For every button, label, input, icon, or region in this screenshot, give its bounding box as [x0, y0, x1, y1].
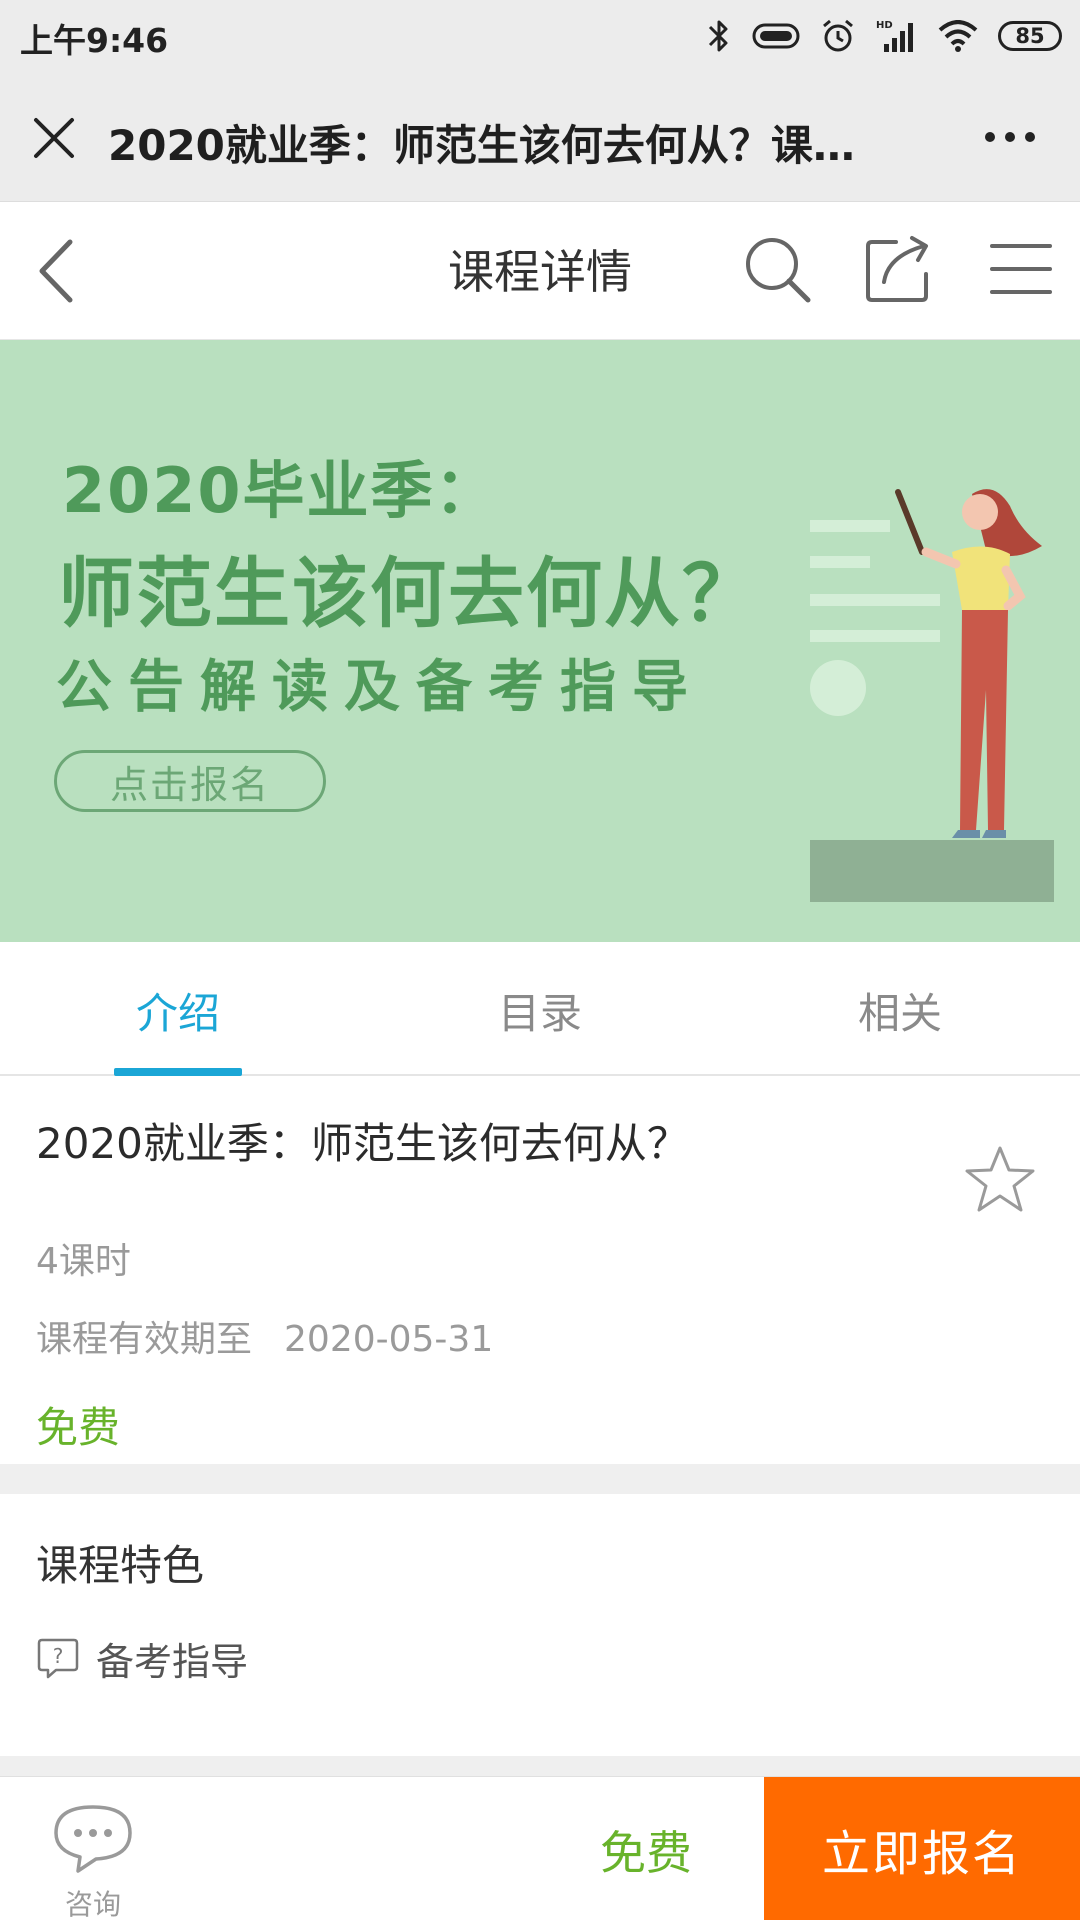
feature-item: ? 备考指导 — [36, 1634, 248, 1684]
enroll-button[interactable]: 立即报名 — [764, 1777, 1080, 1920]
nav-bar: 课程详情 — [0, 202, 1080, 340]
search-icon[interactable] — [740, 232, 814, 306]
banner-line2: 师范生该何去何从？ — [58, 549, 760, 638]
svg-text:HD: HD — [876, 20, 893, 31]
tab-related[interactable]: 相关 — [800, 980, 1000, 1041]
alarm-icon — [823, 19, 853, 52]
features-title: 课程特色 — [36, 1541, 205, 1590]
validity-row: 课程有效期至 2020-05-31 — [36, 1310, 493, 1362]
bluetooth-icon — [708, 20, 728, 52]
consult-button[interactable]: 咨询 — [48, 1797, 138, 1920]
section-divider — [0, 1756, 1080, 1776]
chat-bubble-icon — [54, 1805, 132, 1873]
status-bar: 上午9:46 HD 85 — [0, 0, 1080, 72]
bottom-action-bar: 咨询 免费 立即报名 — [0, 1776, 1080, 1920]
question-bubble-icon: ? — [37, 1638, 79, 1679]
course-info: 2020就业季：师范生该何去何从？ 4课时 课程有效期至 2020-05-31 免… — [0, 1076, 1080, 1464]
validity-label: 课程有效期至 — [36, 1319, 253, 1360]
course-tabs: 介绍 目录 相关 — [0, 942, 1080, 1076]
close-icon[interactable] — [28, 112, 80, 164]
star-outline-icon[interactable] — [962, 1142, 1038, 1218]
banner-enroll-button[interactable]: 点击报名 — [54, 750, 326, 812]
section-divider — [0, 1464, 1080, 1494]
signal-hd-icon: HD — [876, 20, 913, 52]
tab-catalog[interactable]: 目录 — [440, 980, 640, 1041]
bottom-price: 免费 — [600, 1826, 692, 1880]
consult-label: 咨询 — [64, 1888, 121, 1920]
wifi-icon — [938, 20, 978, 52]
tab-intro[interactable]: 介绍 — [78, 980, 278, 1041]
active-tab-indicator — [114, 1068, 242, 1076]
validity-date: 2020-05-31 — [284, 1319, 494, 1360]
menu-icon[interactable] — [984, 232, 1058, 306]
banner-line1: 2020毕业季： — [62, 454, 499, 527]
lesson-count: 4课时 — [36, 1241, 131, 1282]
feature-label: 备考指导 — [96, 1639, 249, 1684]
status-icons: HD 85 — [686, 14, 1062, 58]
webview-title-bar: 2020就业季：师范生该何去何从？课… — [0, 72, 1080, 202]
course-title: 2020就业季：师范生该何去何从？ — [36, 1119, 689, 1168]
course-price: 免费 — [36, 1403, 121, 1452]
more-icon[interactable] — [980, 122, 1040, 152]
teacher-illustration — [810, 489, 1054, 902]
course-features: 课程特色 ? 备考指导 — [0, 1494, 1080, 1756]
svg-text:?: ? — [53, 1644, 64, 1668]
page-title: 2020就业季：师范生该何去何从？课… — [108, 121, 855, 170]
vibrate-icon — [752, 23, 800, 49]
course-banner[interactable]: 2020毕业季： 师范生该何去何从？ 公告解读及备考指导 点击报名 — [0, 340, 1080, 942]
status-time: 上午9:46 — [20, 21, 169, 60]
banner-line3: 公告解读及备考指导 — [56, 655, 704, 720]
battery-icon: 85 — [998, 21, 1062, 51]
share-icon[interactable] — [862, 232, 936, 306]
